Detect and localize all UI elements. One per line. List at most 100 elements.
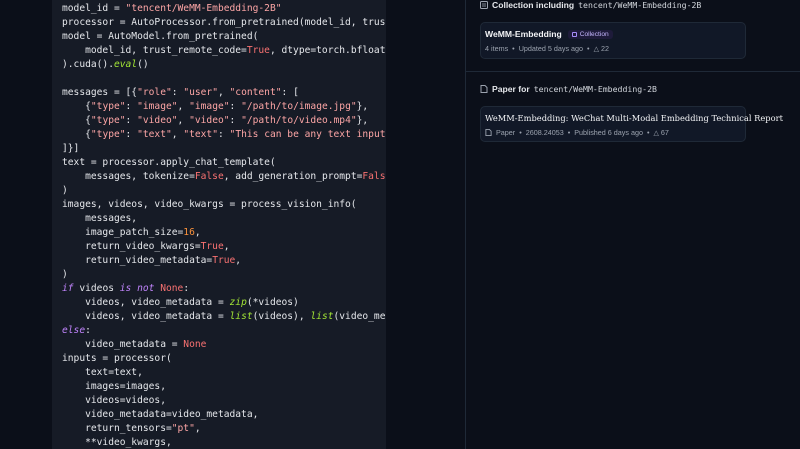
code-token: : <box>183 283 190 294</box>
code-line: image_patch_size=16, <box>62 226 386 240</box>
code-token: "type" <box>90 129 126 140</box>
code-token: : <box>125 129 138 140</box>
code-token: "role" <box>137 87 172 98</box>
code-token: None <box>160 283 184 294</box>
code-token: ) <box>62 185 68 196</box>
code-line: else: <box>62 324 386 338</box>
code-token: None <box>183 339 207 350</box>
code-token: (videos), <box>252 311 311 322</box>
code-token: eval <box>113 59 138 70</box>
code-token: ).cuda(). <box>62 59 114 70</box>
section-divider <box>466 71 800 72</box>
code-token: "user" <box>183 87 218 98</box>
code-token: , add_generation_prompt= <box>223 171 363 182</box>
code-line: text=text, <box>62 366 386 380</box>
code-token: is not <box>119 283 155 294</box>
code-token: text = processor.apply_chat_template( <box>62 157 276 168</box>
meta-separator: • <box>646 128 650 137</box>
collection-card-title[interactable]: WeMM-Embedding <box>485 29 562 39</box>
right-sidebar: Collection including tencent/WeMM-Embedd… <box>466 0 800 449</box>
meta-separator: • <box>512 44 515 53</box>
code-token: , <box>217 87 230 98</box>
code-token: : <box>229 115 242 126</box>
code-token: "This can be any text input." <box>229 129 386 140</box>
code-token: "pt" <box>171 423 195 434</box>
code-token: , <box>177 101 190 112</box>
code-token: messages, tokenize= <box>62 171 195 182</box>
collection-icon <box>480 1 488 9</box>
upvote-icon: △ <box>593 45 599 53</box>
code-token: True <box>246 45 270 56</box>
code-token: return_video_metadata= <box>62 255 213 266</box>
code-token: , <box>223 241 230 252</box>
code-token: "/path/to/image.jpg" <box>241 101 357 112</box>
collection-heading-repo: tencent/WeMM-Embedding-2B <box>578 0 702 10</box>
code-token: "/path/to/video.mp4" <box>241 115 357 126</box>
code-token: else <box>62 325 86 336</box>
code-token: : [ <box>281 87 299 98</box>
code-token: video_metadata = <box>62 339 184 350</box>
code-token: : <box>125 101 138 112</box>
code-line: video_metadata = None <box>62 338 386 352</box>
code-line: model_id, trust_remote_code=True, dtype=… <box>62 44 386 58</box>
code-token: False <box>194 171 224 182</box>
code-token: inputs = processor( <box>62 353 172 364</box>
code-token: "tencent/WeMM-Embedding-2B" <box>125 3 282 14</box>
code-token: (*videos) <box>246 297 299 308</box>
collection-badge: Collection <box>567 29 613 39</box>
meta-separator: • <box>567 128 571 137</box>
upvote-icon: △ <box>653 129 659 137</box>
code-token: messages = [{ <box>62 87 138 98</box>
code-line: {"type": "video", "video": "/path/to/vid… <box>62 114 386 128</box>
collection-badge-icon <box>571 31 577 37</box>
code-line: videos, video_metadata = list(videos), l… <box>62 310 386 324</box>
code-token: , <box>194 423 201 434</box>
code-line: messages, tokenize=False, add_generation… <box>62 170 386 184</box>
code-token: ) <box>62 269 68 280</box>
code-token: image_patch_size= <box>62 227 184 238</box>
code-line: images=images, <box>62 380 386 394</box>
code-line: ) <box>62 268 386 282</box>
code-token: if <box>62 283 74 294</box>
code-token: True <box>200 241 224 252</box>
code-token: False <box>362 171 386 182</box>
code-token: True <box>212 255 236 266</box>
code-line: {"type": "image", "image": "/path/to/ima… <box>62 100 386 114</box>
code-token: , dtype=torch.bfloat16 <box>269 45 386 56</box>
code-token: () <box>137 59 149 70</box>
code-line: {"type": "text", "text": "This can be an… <box>62 128 386 142</box>
code-token: , <box>177 115 190 126</box>
code-token: { <box>62 115 91 126</box>
code-line: text = processor.apply_chat_template( <box>62 156 386 170</box>
code-token: return_video_kwargs= <box>62 241 201 252</box>
code-line: **video_kwargs, <box>62 436 386 449</box>
code-token: videos=videos, <box>62 395 166 406</box>
paper-heading-text: Paper for <box>492 84 530 94</box>
code-token: processor = AutoProcessor.from_pretraine… <box>62 17 386 28</box>
code-token: zip <box>229 297 247 308</box>
code-snippet-panel[interactable]: model_id = "tencent/WeMM-Embedding-2B" pr… <box>52 0 386 449</box>
paper-arxiv-id: 2608.24053 <box>525 128 564 137</box>
code-token: { <box>62 101 91 112</box>
paper-card[interactable]: WeMM-Embedding: WeChat Multi-Modal Embed… <box>480 106 783 142</box>
code-token: "type" <box>90 115 126 126</box>
code-line: ]}] <box>62 142 386 156</box>
collection-updated: Updated 5 days ago <box>518 44 584 53</box>
code-token: video_metadata=video_metadata, <box>62 409 259 420</box>
code-line: messages, <box>62 212 386 226</box>
code-token: model = AutoModel.from_pretrained( <box>62 31 259 42</box>
code-line: videos, video_metadata = zip(*videos) <box>62 296 386 310</box>
code-line: ).cuda().eval() <box>62 58 386 72</box>
code-token: ]}] <box>62 143 80 154</box>
code-line: video_metadata=video_metadata, <box>62 408 386 422</box>
code-token: "type" <box>90 101 126 112</box>
code-line: processor = AutoProcessor.from_pretraine… <box>62 16 386 30</box>
paper-card-title[interactable]: WeMM-Embedding: WeChat Multi-Modal Embed… <box>485 113 783 123</box>
code-token: images=images, <box>62 381 166 392</box>
collection-card[interactable]: WeMM-Embedding Collection 4 items • Upda… <box>480 22 746 59</box>
code-token: "video" <box>137 115 178 126</box>
collection-badge-label: Collection <box>579 30 609 38</box>
code-token: "content" <box>229 87 282 98</box>
code-token: : <box>217 129 230 140</box>
